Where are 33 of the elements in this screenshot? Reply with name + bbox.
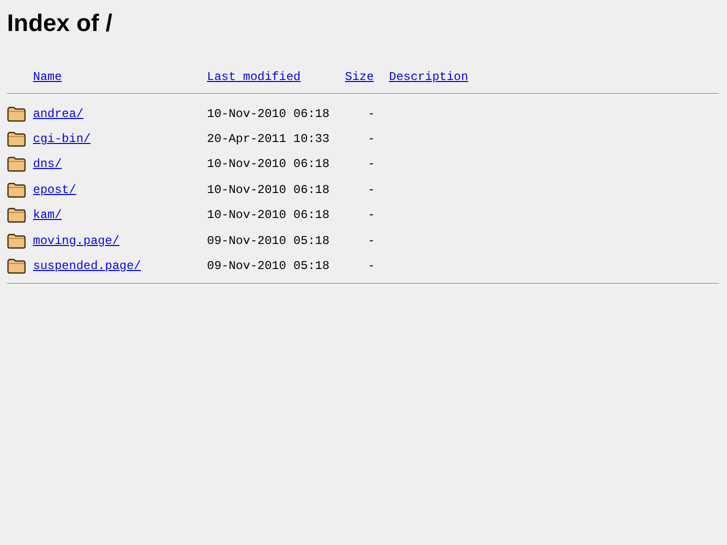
modified-date: 10-Nov-2010 06:18 [207, 207, 330, 224]
modified-date: 10-Nov-2010 06:18 [207, 156, 330, 172]
column-header-link[interactable]: Description [389, 69, 468, 85]
page-title: Index of / [7, 9, 112, 38]
folder-icon [7, 182, 26, 198]
folder-link[interactable]: cgi-bin/ [33, 131, 91, 148]
modified-date: 10-Nov-2010 06:18 [207, 106, 330, 122]
file-size: - [366, 182, 376, 198]
folder-icon [7, 156, 26, 172]
column-header-link[interactable]: Size [345, 69, 374, 85]
file-size: - [366, 207, 376, 224]
modified-date: 10-Nov-2010 06:18 [207, 182, 330, 198]
file-size: - [366, 258, 376, 274]
folder-link[interactable]: dns/ [33, 156, 62, 172]
file-size: - [366, 131, 376, 148]
modified-date: 09-Nov-2010 05:18 [207, 232, 330, 249]
folder-icon [7, 232, 26, 249]
folder-icon [7, 106, 26, 122]
folder-icon [7, 131, 26, 148]
folder-icon [7, 207, 26, 224]
file-size: - [366, 232, 376, 249]
modified-date: 20-Apr-2011 10:33 [207, 131, 330, 148]
folder-icon [7, 258, 26, 274]
modified-date: 09-Nov-2010 05:18 [207, 258, 330, 274]
column-header-link[interactable]: Last modified [207, 69, 301, 85]
folder-link[interactable]: moving.page/ [33, 232, 120, 249]
folder-link[interactable]: kam/ [33, 207, 62, 224]
column-header-link[interactable]: Name [33, 69, 62, 85]
folder-link[interactable]: andrea/ [33, 106, 84, 122]
folder-link[interactable]: epost/ [33, 182, 76, 198]
file-size: - [366, 156, 376, 172]
folder-link[interactable]: suspended.page/ [33, 258, 142, 274]
file-size: - [366, 106, 376, 122]
